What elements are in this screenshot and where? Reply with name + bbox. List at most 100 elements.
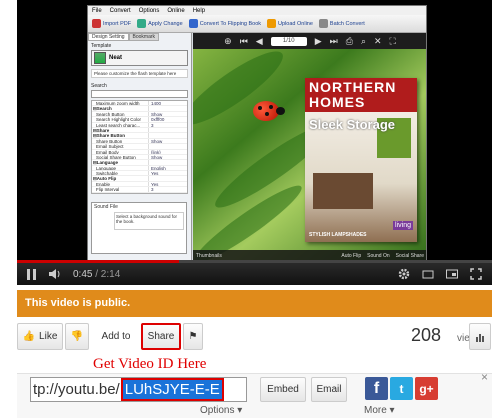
property-value (148, 133, 187, 138)
batch-icon (318, 19, 328, 28)
apply-icon (137, 19, 147, 28)
prev-page-icon: ◀ (255, 35, 263, 46)
video-time: 0:45 / 2:14 (73, 269, 120, 280)
close-icon: ✕ (374, 35, 382, 46)
template-selector: Neat (91, 50, 188, 66)
auto-flip-label: Auto Flip (341, 253, 362, 259)
property-key: Search Button (96, 111, 125, 117)
embed-button[interactable]: Embed (260, 377, 306, 402)
property-value: Show (148, 154, 187, 160)
property-key: Least search charac... (96, 122, 141, 127)
player-controls: 0:45 / 2:14 (17, 263, 492, 285)
property-value (148, 106, 187, 111)
property-key: Share Button (96, 138, 123, 144)
share-url-prefix: tp://youtu.be/ (33, 381, 120, 398)
menu-help: Help (192, 7, 206, 14)
like-button[interactable]: 👍 Like (17, 323, 63, 350)
property-value (148, 144, 187, 149)
property-value (148, 160, 187, 165)
twitter-icon[interactable]: t (390, 377, 413, 400)
add-to-label: Add to (101, 331, 131, 342)
embed-label: Embed (267, 384, 299, 395)
facebook-icon[interactable]: f (365, 377, 388, 400)
magazine-badge: living (393, 221, 413, 230)
pdf-icon (92, 19, 101, 28)
flag-button[interactable]: ⚑ (183, 323, 203, 350)
share-panel: tp://youtu.be/LUhSJYE-E-E Options ▾ Embe… (17, 370, 492, 418)
property-key: ⊟Share Button (93, 133, 126, 138)
viewer-toolbar: ⊕ ⏮ ◀ 1/10 ▶ ⏭ ⎙ ⌕ ✕ ⛶ (193, 33, 426, 49)
property-key: Email Body (96, 149, 119, 154)
sound-on-label: Sound On (367, 253, 390, 259)
search-label: Search (91, 83, 107, 89)
menu-convert: Convert (109, 7, 131, 14)
video-actions-row: 👍 Like 👎 Add to Share ⚑ 208 views (17, 323, 492, 357)
property-key: ⊟Share (93, 127, 110, 133)
popout-icon[interactable] (422, 268, 434, 280)
settings-search-field (91, 90, 188, 98)
volume-icon[interactable] (49, 269, 61, 279)
print-icon: ⎙ (345, 35, 353, 46)
last-page-icon: ⏭ (329, 35, 338, 46)
dislike-button[interactable]: 👎 (65, 323, 89, 350)
email-button[interactable]: Email (311, 377, 347, 402)
video-player[interactable]: File Convert Options Online Help Import … (17, 0, 492, 285)
public-status-banner: This video is public. (17, 290, 492, 317)
thumbnails-label: Thumbnails (196, 253, 222, 259)
share-url-field[interactable]: tp://youtu.be/LUhSJYE-E-E (30, 377, 247, 402)
sound-file-title: Sound File (94, 204, 118, 210)
property-value: English (148, 165, 187, 170)
sound-file-description: Select a background sound for the book. (114, 212, 184, 230)
options-link[interactable]: Options ▾ (200, 405, 242, 416)
property-key: Email Subject (96, 144, 124, 149)
import-pdf-button: Import PDF (92, 19, 131, 28)
property-row: Flip Interval 3 (92, 187, 187, 193)
property-key: Switchable (96, 171, 118, 176)
share-button[interactable]: Share (141, 323, 181, 350)
batch-convert-button: Batch Convert (318, 19, 365, 28)
apply-change-button: Apply Change (137, 19, 183, 28)
stats-button[interactable] (469, 323, 491, 350)
app-toolbar: Import PDF Apply Change Convert To Flipp… (88, 15, 426, 33)
thumbs-down-icon: 👎 (70, 331, 84, 342)
first-page-icon: ⏮ (239, 35, 248, 46)
tab-design-setting: Design Setting (88, 33, 129, 41)
magazine-cover: NORTHERN HOMES Sleek Storage living STYL… (305, 78, 417, 242)
social-share-label: Social Share (395, 253, 424, 259)
property-value: Show (148, 138, 187, 144)
flipbook-app-window: File Convert Options Online Help Import … (87, 5, 427, 261)
sound-file-box: Sound File Select a background sound for… (91, 202, 187, 254)
property-key: Search Highlight Color (96, 117, 142, 122)
property-value: 0xfff00 (148, 117, 187, 122)
property-value: 1400 (148, 101, 187, 106)
pause-icon[interactable] (27, 268, 37, 280)
design-settings-panel: Design Setting Bookmark Template Neat Pl… (88, 33, 192, 260)
grass-leaf (193, 41, 291, 135)
property-key: Flip Interval (96, 187, 120, 192)
google-plus-icon[interactable]: g+ (415, 377, 438, 400)
property-value (148, 127, 187, 133)
search-icon: ⌕ (360, 35, 366, 46)
property-key: ⊟Search (93, 106, 112, 111)
flipbook-preview: ⊕ ⏮ ◀ 1/10 ▶ ⏭ ⎙ ⌕ ✕ ⛶ NORTHERN HOMES Sl… (193, 33, 426, 260)
menu-online: Online (167, 7, 185, 14)
property-key: Language (96, 165, 117, 171)
template-label: Template (91, 43, 112, 49)
property-value: Show (148, 111, 187, 117)
close-share-icon[interactable]: × (481, 370, 488, 384)
property-value: 3 (148, 187, 187, 192)
fullscreen-icon: ⛶ (389, 35, 396, 46)
add-to-button[interactable]: Add to (97, 323, 135, 350)
property-value: Yes (148, 181, 187, 187)
email-label: Email (316, 384, 342, 395)
bar-chart-icon (476, 333, 484, 342)
more-link[interactable]: More ▾ (364, 405, 395, 416)
convert-button: Convert To Flipping Book (188, 19, 261, 28)
page-number-field: 1/10 (270, 36, 307, 46)
fullscreen-icon[interactable] (470, 268, 482, 280)
theater-mode-icon[interactable] (446, 268, 458, 280)
zoom-icon: ⊕ (224, 35, 232, 46)
menu-options: Options (138, 7, 160, 14)
current-time: 0:45 (73, 268, 93, 280)
settings-gear-icon[interactable] (398, 268, 410, 280)
